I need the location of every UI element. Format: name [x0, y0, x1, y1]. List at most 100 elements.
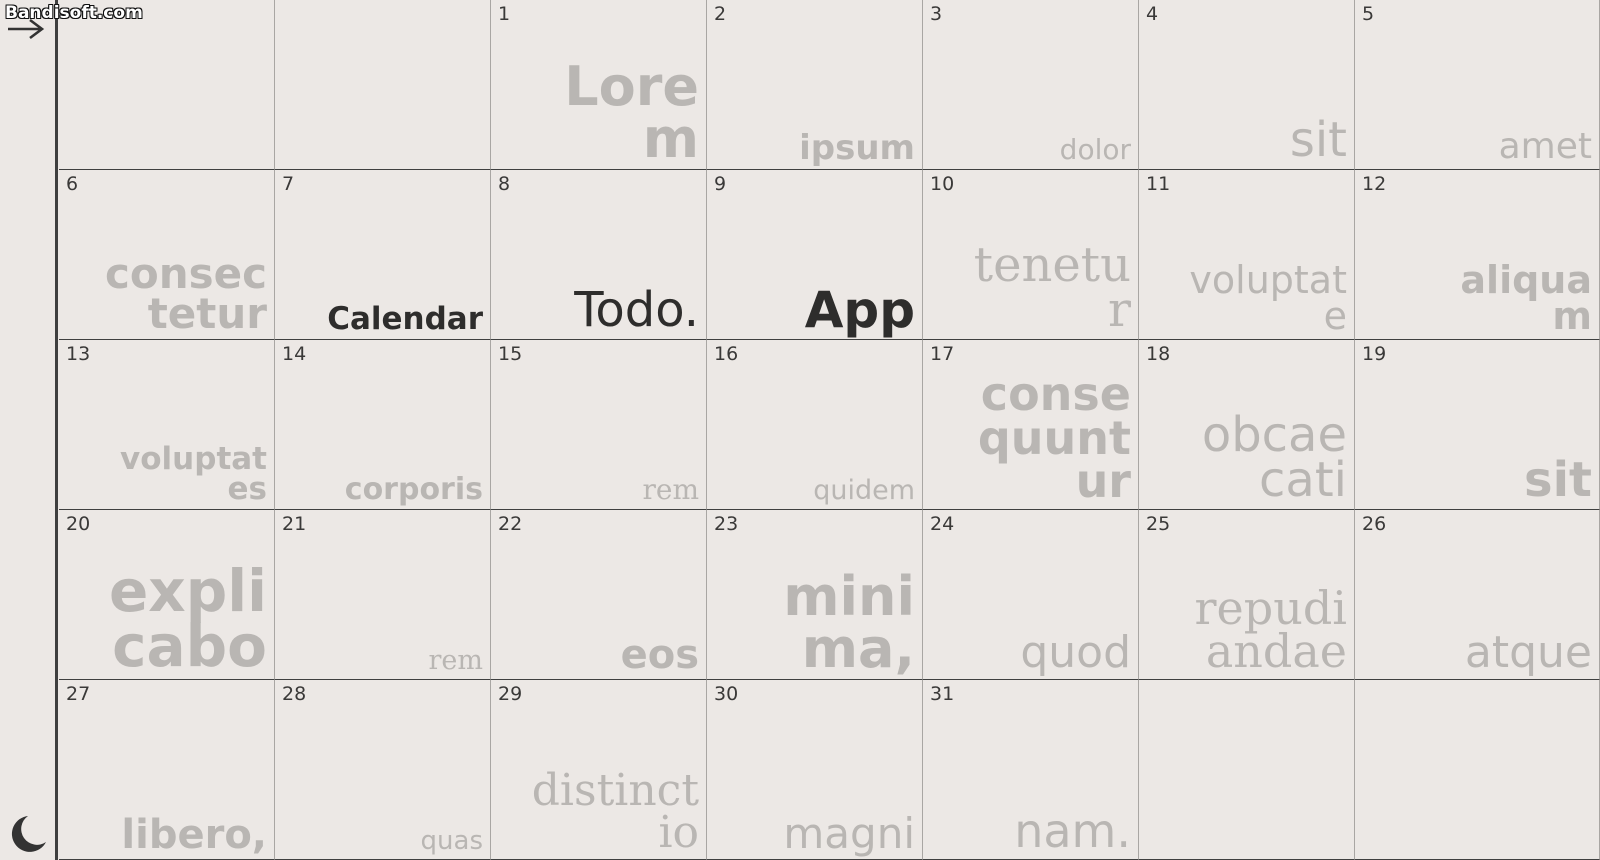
day-cell[interactable]: 10 tenetur	[923, 170, 1139, 340]
day-cell[interactable]: 21 rem	[275, 510, 491, 680]
day-cell-empty	[1139, 680, 1355, 860]
day-word: sit	[1524, 452, 1592, 509]
day-number: 18	[1146, 343, 1171, 365]
day-number: 22	[498, 513, 523, 535]
day-number: 9	[714, 173, 727, 195]
day-cell[interactable]: 14 corporis	[275, 340, 491, 510]
day-cell[interactable]: 24 quod	[923, 510, 1139, 680]
day-word: Calendar	[327, 300, 483, 337]
day-number: 6	[66, 173, 79, 195]
day-number: 11	[1146, 173, 1171, 195]
day-word: ipsum	[799, 127, 915, 168]
day-cell[interactable]: 11 voluptate	[1139, 170, 1355, 340]
day-word: corporis	[344, 471, 483, 507]
day-word: explicabo	[108, 556, 267, 680]
day-cell[interactable]: 9 App	[707, 170, 923, 340]
day-cell-empty	[1355, 680, 1600, 860]
day-number: 12	[1362, 173, 1387, 195]
day-word: tenetur	[973, 236, 1131, 339]
calendar-grid: 1 Lorem 2 ipsum 3 dolor 4 sit 5 amet 6 consect…	[59, 0, 1600, 860]
moon-icon[interactable]	[4, 812, 48, 856]
day-word: sit	[1289, 112, 1347, 169]
day-cell[interactable]: 20 explicabo	[59, 510, 275, 680]
day-number: 25	[1146, 513, 1171, 535]
day-word: Todo.	[574, 282, 699, 339]
day-number: 2	[714, 3, 727, 25]
day-cell[interactable]: 2 ipsum	[707, 0, 923, 170]
day-number: 7	[282, 173, 295, 195]
day-word: atque	[1464, 627, 1592, 679]
day-number: 4	[1146, 3, 1159, 25]
day-number: 15	[498, 343, 523, 365]
day-cell[interactable]: 18 obcaecati	[1139, 340, 1355, 510]
day-cell[interactable]: 8 Todo.	[491, 170, 707, 340]
day-cell[interactable]: 13 voluptates	[59, 340, 275, 510]
day-number: 26	[1362, 513, 1387, 535]
day-number: 29	[498, 683, 523, 705]
day-word: App	[804, 280, 915, 339]
sidebar: Bandisoft.com	[0, 0, 143, 860]
day-cell-empty	[59, 0, 275, 170]
day-number: 8	[498, 173, 511, 195]
day-number: 16	[714, 343, 739, 365]
day-cell[interactable]: 3 dolor	[923, 0, 1139, 170]
day-word: aliquam	[1460, 257, 1592, 338]
day-cell[interactable]: 16 quidem	[707, 340, 923, 510]
day-cell[interactable]: 7 Calendar	[275, 170, 491, 340]
day-cell[interactable]: 29 distinctio	[491, 680, 707, 860]
day-cell[interactable]: 4 sit	[1139, 0, 1355, 170]
day-number: 31	[930, 683, 955, 705]
day-cell[interactable]: 26 atque	[1355, 510, 1600, 680]
day-word: distinctio	[531, 765, 699, 859]
day-cell[interactable]: 19 sit	[1355, 340, 1600, 510]
day-number: 13	[66, 343, 91, 365]
day-number: 17	[930, 343, 955, 365]
day-number: 30	[714, 683, 739, 705]
day-number: 14	[282, 343, 307, 365]
day-word: repudiandae	[1194, 580, 1347, 679]
day-cell[interactable]: 1 Lorem	[491, 0, 707, 170]
day-word: consectetur	[104, 249, 267, 339]
day-word: magni	[783, 809, 915, 859]
day-word: libero,	[121, 812, 267, 858]
day-number: 20	[66, 513, 91, 535]
day-cell[interactable]: 27 libero,	[59, 680, 275, 860]
day-number: 1	[498, 3, 511, 25]
day-word: nam.	[1014, 804, 1131, 859]
day-cell[interactable]: 30 magni	[707, 680, 923, 860]
arrow-right-icon[interactable]	[6, 16, 46, 42]
day-number: 24	[930, 513, 955, 535]
day-cell[interactable]: 17 consequuntur	[923, 340, 1139, 510]
day-word: voluptate	[1189, 257, 1347, 338]
day-word: quas	[420, 826, 483, 857]
day-word: amet	[1498, 125, 1592, 167]
day-cell[interactable]: 5 amet	[1355, 0, 1600, 170]
day-cell[interactable]: 6 consectetur	[59, 170, 275, 340]
day-cell[interactable]: 15 rem	[491, 340, 707, 510]
day-word: quod	[1020, 627, 1131, 679]
day-word: consequuntur	[977, 366, 1131, 509]
day-cell[interactable]: 25 repudiandae	[1139, 510, 1355, 680]
day-word: obcaecati	[1201, 406, 1347, 509]
day-number: 28	[282, 683, 307, 705]
day-cell[interactable]: 23 minima,	[707, 510, 923, 680]
day-word: quidem	[813, 475, 915, 507]
day-word: Lorem	[564, 55, 699, 170]
day-word: minima,	[783, 565, 915, 680]
day-word: rem	[642, 473, 699, 507]
day-number: 3	[930, 3, 943, 25]
day-number: 10	[930, 173, 955, 195]
day-cell-empty	[275, 0, 491, 170]
day-word: dolor	[1059, 133, 1131, 167]
day-number: 23	[714, 513, 739, 535]
day-cell[interactable]: 12 aliquam	[1355, 170, 1600, 340]
day-cell[interactable]: 28 quas	[275, 680, 491, 860]
day-number: 27	[66, 683, 91, 705]
day-number: 19	[1362, 343, 1387, 365]
day-word: eos	[620, 632, 699, 678]
day-cell[interactable]: 22 eos	[491, 510, 707, 680]
day-word: rem	[428, 645, 484, 677]
day-cell[interactable]: 31 nam.	[923, 680, 1139, 860]
day-number: 5	[1362, 3, 1375, 25]
day-word: voluptates	[120, 441, 267, 507]
